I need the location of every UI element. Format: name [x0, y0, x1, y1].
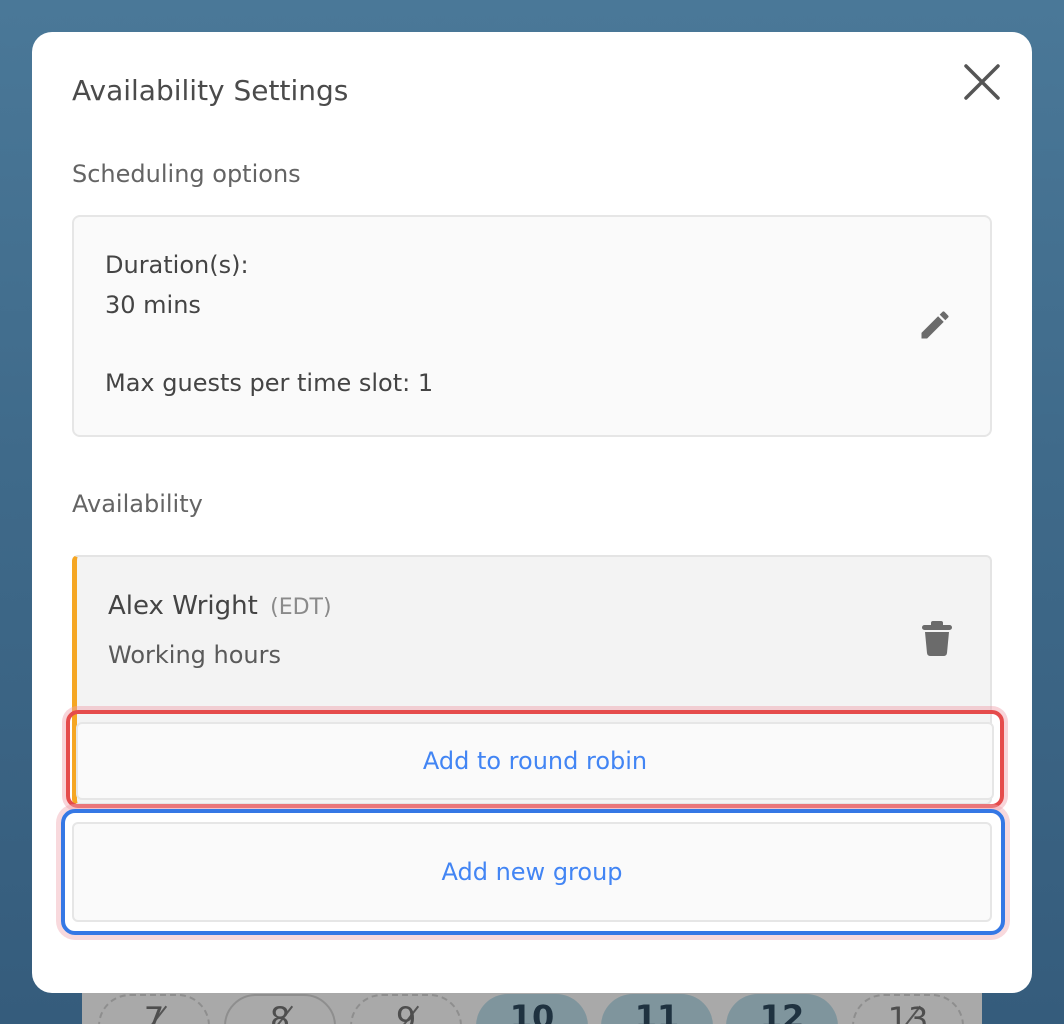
pencil-icon	[921, 311, 949, 339]
calendar-day-7: 7	[98, 994, 210, 1024]
close-icon	[964, 64, 1000, 100]
person-schedule: Working hours	[108, 641, 281, 669]
trash-icon	[922, 621, 952, 656]
calendar-day-9: 9	[350, 994, 462, 1024]
calendar-day-13: 13	[852, 994, 964, 1024]
add-new-group-button[interactable]: Add new group	[72, 822, 992, 922]
delete-person-button[interactable]	[920, 619, 954, 657]
scheduling-options-label: Scheduling options	[72, 160, 301, 188]
person-name: Alex Wright	[108, 591, 258, 621]
scheduling-options-card: Duration(s): 30 mins Max guests per time…	[72, 215, 992, 437]
max-guests-text: Max guests per time slot: 1	[105, 369, 434, 397]
person-timezone: (EDT)	[270, 595, 332, 620]
duration-label: Duration(s):	[105, 251, 249, 279]
availability-label: Availability	[72, 490, 203, 518]
calendar-day-8: 8	[224, 994, 336, 1024]
edit-scheduling-button[interactable]	[917, 307, 953, 343]
duration-value: 30 mins	[105, 291, 201, 319]
availability-settings-modal: Availability Settings Scheduling options…	[32, 32, 1032, 993]
person-name-line: Alex Wright (EDT)	[108, 591, 332, 621]
modal-title: Availability Settings	[72, 74, 349, 107]
calendar-day-11[interactable]: 11	[601, 994, 713, 1024]
close-button[interactable]	[962, 62, 1002, 102]
calendar-day-12[interactable]: 12	[726, 994, 838, 1024]
add-to-round-robin-button[interactable]: Add to round robin	[76, 722, 994, 800]
calendar-day-10[interactable]: 10	[476, 994, 588, 1024]
